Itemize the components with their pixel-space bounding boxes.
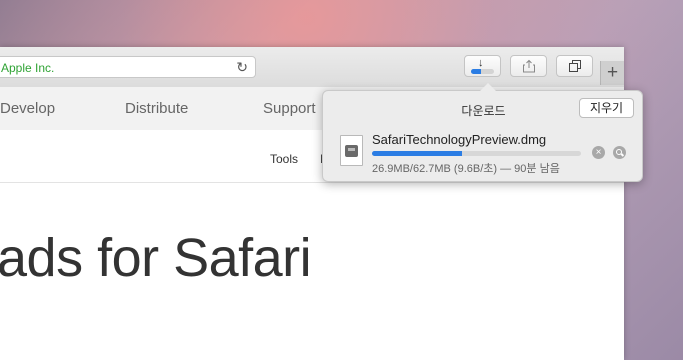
download-progress-bar (372, 151, 581, 156)
download-filename[interactable]: SafariTechnologyPreview.dmg (372, 132, 546, 147)
downloads-button[interactable]: ↓ (464, 55, 501, 77)
clear-button[interactable]: 지우기 (579, 98, 634, 118)
page-title: ads for Safari (0, 228, 312, 288)
magnifier-icon[interactable] (613, 146, 626, 159)
share-icon (523, 59, 535, 73)
download-progress-bar-fill (372, 151, 462, 156)
nav-support[interactable]: Support (263, 100, 316, 117)
share-button[interactable] (510, 55, 547, 77)
subnav-tools[interactable]: Tools (270, 152, 298, 166)
address-text: Apple Inc. (1, 61, 55, 75)
stop-icon[interactable]: × (592, 146, 605, 159)
reload-icon[interactable]: ↻ (236, 59, 248, 76)
download-arrow-icon: ↓ (478, 57, 484, 69)
popover-arrow (480, 83, 496, 91)
download-progress-fill (471, 69, 481, 74)
downloads-popover: 다운로드 지우기 SafariTechnologyPreview.dmg 26.… (322, 83, 643, 182)
toolbar: Apple Inc. ↻ ↓ (0, 47, 624, 88)
nav-distribute[interactable]: Distribute (125, 100, 188, 117)
show-tabs-button[interactable] (556, 55, 593, 77)
nav-develop[interactable]: Develop (0, 100, 55, 117)
dmg-file-icon (340, 135, 363, 166)
address-bar[interactable]: Apple Inc. ↻ (0, 56, 256, 78)
new-tab-button[interactable]: + (600, 61, 624, 85)
download-status: 26.9MB/62.7MB (9.6B/초) — 90분 남음 (372, 163, 560, 175)
download-progress-indicator (471, 69, 494, 74)
show-tabs-icon (569, 60, 581, 72)
